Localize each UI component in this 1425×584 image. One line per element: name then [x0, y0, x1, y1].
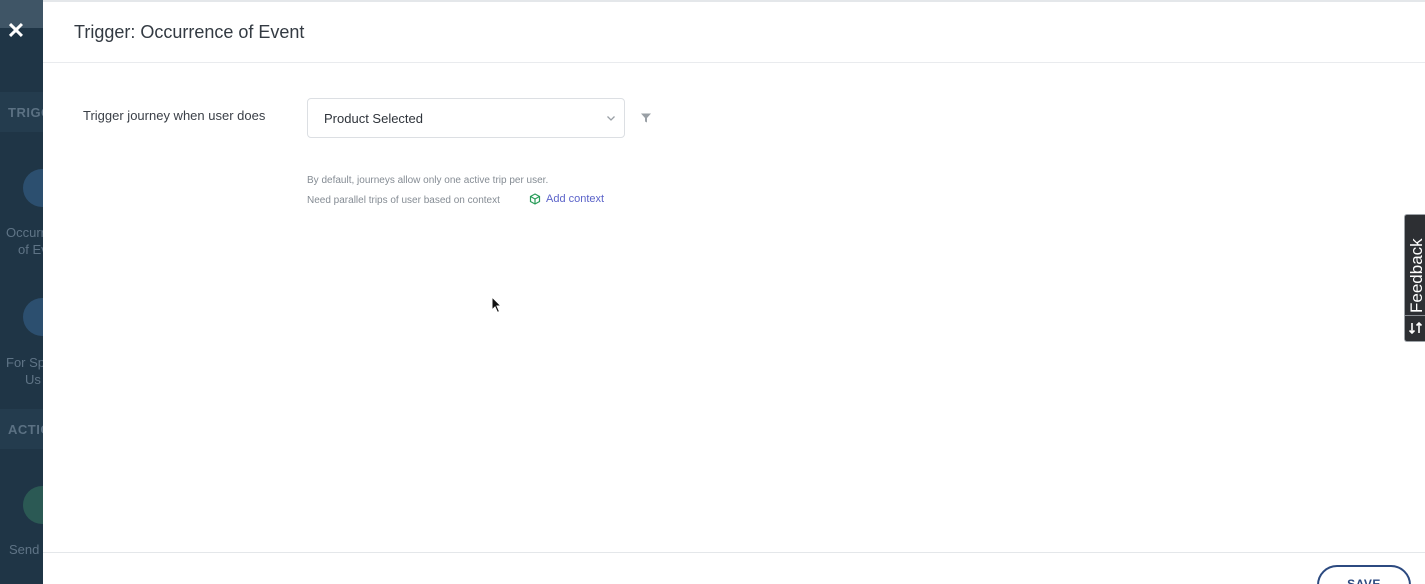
drawer-title: Trigger: Occurrence of Event [74, 22, 305, 42]
drawer-footer: SAVE [43, 552, 1425, 584]
single-trip-hint: By default, journeys allow only one acti… [307, 175, 549, 186]
background-section-actions-label: ACTIO [8, 422, 43, 437]
event-select[interactable]: Product Selected [307, 98, 625, 138]
close-icon[interactable]: ✕ [6, 20, 26, 42]
background-section-actions: ACTIO [0, 409, 43, 449]
feedback-label: Feedback [1407, 238, 1425, 313]
feedback-icon [1408, 321, 1423, 335]
add-context-label: Add context [546, 193, 605, 205]
trigger-drawer: Trigger: Occurrence of Event Trigger jou… [43, 0, 1425, 584]
feedback-tab[interactable]: Feedback [1404, 214, 1425, 342]
parallel-trips-hint: Need parallel trips of user based on con… [307, 195, 500, 206]
mouse-cursor-icon [491, 296, 503, 314]
add-context-link[interactable]: Add context [529, 193, 604, 205]
feedback-divider [1405, 315, 1425, 316]
background-item-occurrence-line1: Occurr [6, 225, 43, 240]
background-users-icon [23, 298, 43, 336]
background-send-icon [23, 486, 43, 524]
save-button[interactable]: SAVE [1317, 565, 1411, 584]
trigger-field-label: Trigger journey when user does [83, 108, 266, 123]
chevron-down-icon [607, 116, 615, 121]
background-item-occurrence-line2: of Ev [18, 242, 43, 257]
context-cube-icon [529, 193, 541, 205]
background-item-send: Send [9, 542, 40, 557]
event-select-value: Product Selected [324, 111, 424, 126]
background-item-specific-users-line2: Us [25, 372, 41, 387]
background-section-triggers-label: TRIGG [8, 105, 43, 120]
filter-icon[interactable] [640, 112, 652, 124]
background-event-icon [23, 169, 43, 207]
drawer-header: Trigger: Occurrence of Event [43, 2, 1425, 63]
background-section-triggers: TRIGG [0, 92, 43, 132]
background-sidebar: TRIGG Occurr of Ev For Sp Us ACTIO Send [0, 0, 43, 584]
background-item-specific-users-line1: For Sp [6, 355, 43, 370]
